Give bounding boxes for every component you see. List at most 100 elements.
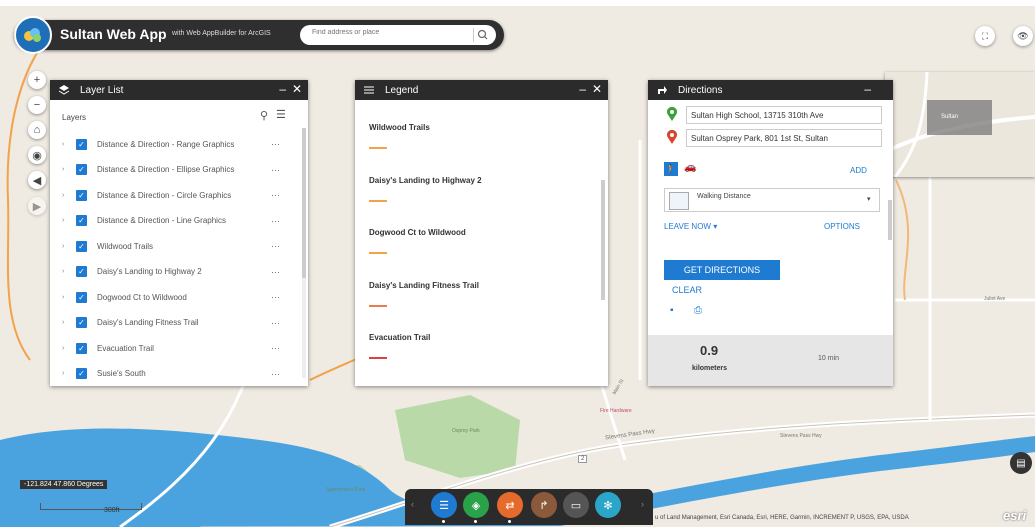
legend-item-label: Daisy's Landing to Highway 2	[369, 175, 482, 185]
more-options-icon[interactable]: ···	[271, 369, 280, 379]
layer-checkbox[interactable]: ✓	[76, 215, 87, 226]
expand-arrow-icon[interactable]: ›	[62, 345, 68, 352]
home-button[interactable]: ⌂	[28, 121, 46, 139]
more-options-icon[interactable]: ···	[271, 190, 280, 200]
forward-button[interactable]: ▶	[28, 197, 46, 215]
layer-list-tool-button[interactable]: ◈	[463, 492, 489, 518]
layer-row[interactable]: › ✓ Distance & Direction - Ellipse Graphic…	[50, 161, 280, 179]
coordinate-readout[interactable]: -121.824 47.860 Degrees	[20, 480, 108, 489]
expand-arrow-icon[interactable]: ›	[62, 166, 68, 173]
more-options-icon[interactable]: ···	[271, 318, 280, 328]
more-options-icon[interactable]: ···	[271, 216, 280, 226]
close-button[interactable]: ✕	[592, 82, 602, 96]
scrollbar-thumb[interactable]	[601, 180, 605, 300]
layer-checkbox[interactable]: ✓	[76, 368, 87, 379]
more-options-icon[interactable]: ···	[271, 165, 280, 175]
minimize-button[interactable]: –	[279, 82, 286, 96]
more-options-icon[interactable]: ···	[271, 241, 280, 251]
directions-tool-button[interactable]: ⇄	[497, 492, 523, 518]
expand-arrow-icon[interactable]: ›	[62, 294, 68, 301]
expand-arrow-icon[interactable]: ›	[62, 243, 68, 250]
get-directions-button[interactable]: GET DIRECTIONS	[664, 260, 780, 280]
search-button[interactable]	[473, 28, 490, 42]
legend-panel: Legend – ✕ Wildwood Trails Daisy's Landin…	[355, 80, 608, 386]
back-button[interactable]: ◀	[28, 171, 46, 189]
more-options-icon[interactable]: ···	[271, 343, 280, 353]
expand-arrow-icon[interactable]: ›	[62, 370, 68, 377]
widget-toolbar: ‹ › ☰ ◈ ⇄ ↱ ▭ ✻	[405, 489, 653, 525]
distance-value: 0.9	[700, 343, 719, 358]
close-button[interactable]: ✕	[292, 82, 302, 96]
minimize-button[interactable]: –	[579, 82, 586, 96]
zoom-out-button[interactable]: −	[28, 96, 46, 114]
layer-row[interactable]: › ✓ Distance & Direction - Line Graphics ··…	[50, 212, 280, 230]
settings-tool-button[interactable]: ✻	[595, 492, 621, 518]
car-mode-button[interactable]: 🚗	[684, 162, 696, 173]
layer-checkbox[interactable]: ✓	[76, 138, 87, 150]
expand-arrow-icon[interactable]: ›	[62, 192, 68, 199]
overview-map[interactable]: Sultan	[885, 72, 1035, 177]
layer-label: Distance & Direction - Line Graphics	[97, 216, 226, 225]
walk-mode-button[interactable]: 🚶	[664, 162, 678, 176]
search-layers-button[interactable]: ⚲	[260, 109, 268, 122]
more-options-icon[interactable]: ···	[271, 139, 280, 149]
origin-input[interactable]	[686, 106, 882, 124]
walk-icon: 🚶	[665, 163, 677, 174]
layer-row[interactable]: › ✓ Distance & Direction - Range Graphics ·…	[50, 135, 280, 153]
layer-row[interactable]: › ✓ Wildwood Trails ···	[50, 237, 280, 255]
attribute-table-button[interactable]: ▤	[1010, 452, 1032, 474]
search-box	[300, 25, 496, 45]
layer-row[interactable]: › ✓ Daisy's Landing Fitness Trail ···	[50, 314, 280, 332]
expand-arrow-icon[interactable]: ›	[62, 217, 68, 224]
directions-header: Directions –	[648, 80, 893, 100]
layer-list-header: Layer List – ✕	[50, 80, 308, 100]
legend-tool-button[interactable]: ☰	[431, 492, 457, 518]
expand-arrow-icon[interactable]: ›	[62, 319, 68, 326]
add-stop-button[interactable]: ADD	[850, 166, 867, 175]
expand-arrow-icon[interactable]: ›	[62, 141, 68, 148]
layer-checkbox[interactable]: ✓	[76, 189, 87, 201]
clear-button[interactable]: CLEAR	[672, 285, 702, 295]
travel-mode-select[interactable]: Walking Distance ▾	[664, 188, 880, 212]
layer-label: Daisy's Landing to Highway 2	[97, 267, 202, 276]
save-button[interactable]: ▪	[670, 305, 674, 316]
layer-row[interactable]: › ✓ Dogwood Ct to Wildwood ···	[50, 288, 280, 306]
zoom-in-button[interactable]: +	[28, 71, 46, 89]
more-options-icon[interactable]: ···	[271, 292, 280, 302]
layer-row[interactable]: › ✓ Daisy's Landing to Highway 2 ···	[50, 263, 280, 281]
expand-arrow-icon[interactable]: ›	[62, 268, 68, 275]
distance-direction-tool-button[interactable]: ↱	[531, 492, 557, 518]
layer-checkbox[interactable]: ✓	[76, 291, 87, 303]
toolbar-prev-button[interactable]: ‹	[411, 499, 414, 509]
visibility-button[interactable]: 👁	[1013, 26, 1033, 46]
layer-checkbox[interactable]: ✓	[76, 342, 87, 354]
layer-checkbox[interactable]: ✓	[76, 266, 87, 277]
toolbar-next-button[interactable]: ›	[641, 499, 644, 509]
legend-item-label: Wildwood Trails	[369, 123, 430, 132]
destination-input[interactable]	[686, 129, 882, 147]
layer-checkbox[interactable]: ✓	[76, 164, 87, 175]
panel-title: Layer List	[80, 85, 124, 96]
print-button[interactable]: ⎙	[694, 305, 702, 316]
minimize-button[interactable]: –	[864, 82, 871, 96]
layer-checkbox[interactable]: ✓	[76, 240, 87, 252]
search-input[interactable]	[310, 28, 464, 37]
car-icon: 🚗	[684, 162, 697, 173]
layer-row[interactable]: › ✓ Evacuation Trail ···	[50, 339, 280, 357]
scrollbar-thumb[interactable]	[302, 128, 306, 278]
legend-item-label: Dogwood Ct to Wildwood	[369, 228, 466, 237]
leave-now-dropdown[interactable]: LEAVE NOW ▾	[664, 222, 717, 231]
layer-row[interactable]: › ✓ Susie's South ···	[50, 365, 280, 383]
scrollbar-thumb[interactable]	[888, 200, 892, 240]
chat-tool-button[interactable]: ▭	[563, 492, 589, 518]
fullscreen-button[interactable]: ⛶	[975, 26, 995, 46]
locate-button[interactable]: ◉	[28, 146, 46, 164]
layer-row[interactable]: › ✓ Distance & Direction - Circle Graphics…	[50, 186, 280, 204]
chevron-down-icon: ▾	[867, 196, 871, 203]
app-subtitle: with Web AppBuilder for ArcGIS	[172, 30, 271, 37]
more-options-icon[interactable]: ···	[271, 267, 280, 277]
layer-options-button[interactable]: ☰	[276, 108, 286, 121]
options-button[interactable]: OPTIONS	[824, 222, 860, 231]
layer-checkbox[interactable]: ✓	[76, 317, 87, 328]
layer-label: Daisy's Landing Fitness Trail	[97, 318, 199, 327]
